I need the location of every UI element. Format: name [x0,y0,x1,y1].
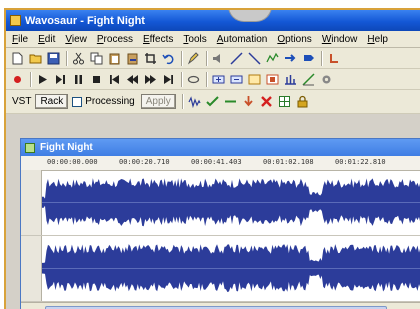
loop-icon[interactable] [283,51,298,66]
save-icon[interactable] [46,51,61,66]
menu-effects[interactable]: Effects [143,34,173,45]
document-icon [25,142,35,153]
edit-icon[interactable] [326,51,341,66]
check-icon[interactable] [205,94,220,109]
ruler-label: 00:01:02.108 [263,158,314,166]
zoom-in-icon[interactable] [211,72,226,87]
grid-icon[interactable] [277,94,292,109]
spectrum-icon[interactable] [301,72,316,87]
arrow-down-icon[interactable] [241,94,256,109]
waveform-shape [42,178,420,227]
toolbar-transport [6,69,420,90]
fade-in-icon[interactable] [229,51,244,66]
stop-icon[interactable] [89,72,104,87]
loop-toggle-icon[interactable] [186,72,201,87]
channel-gutter [21,170,42,235]
processing-label: Processing [85,96,135,107]
apply-button[interactable]: Apply [140,94,176,109]
ruler-label: 00:00:41.403 [191,158,242,166]
menu-window[interactable]: Window [322,34,358,45]
document-title: Fight Night [40,142,93,153]
new-file-icon[interactable] [10,51,25,66]
toolbar-separator [30,71,31,87]
marker-icon[interactable] [301,51,316,66]
right-channel-waveform[interactable] [42,236,420,301]
lock-icon[interactable] [295,94,310,109]
open-folder-icon[interactable] [28,51,43,66]
play-icon[interactable] [35,72,50,87]
toolbar-separator [181,94,183,109]
delete-x-icon[interactable] [259,94,274,109]
fade-out-icon[interactable] [247,51,262,66]
right-channel-track[interactable] [21,236,420,302]
ruler-label: 00:01:22.810 [335,158,386,166]
left-channel-waveform[interactable] [42,170,420,235]
crop-icon[interactable] [143,51,158,66]
menu-view[interactable]: View [65,34,87,45]
copy-icon[interactable] [89,51,104,66]
menu-edit[interactable]: Edit [38,34,55,45]
toolbar-separator [321,50,322,66]
pen-icon[interactable] [186,51,201,66]
zoom-out-icon[interactable] [229,72,244,87]
menu-file[interactable]: File [12,34,28,45]
toolbar-separator [66,50,67,66]
left-channel-track[interactable] [21,170,420,236]
line-icon[interactable] [223,94,238,109]
document-window: Fight Night 00:00:00.000 00:00:20.710 00… [20,138,420,309]
envelope-icon[interactable] [265,51,280,66]
document-title-bar: Fight Night [21,139,420,156]
ruler-label: 00:00:00.000 [47,158,98,166]
cut-icon[interactable] [71,51,86,66]
menu-tools[interactable]: Tools [183,34,206,45]
record-icon[interactable] [10,72,25,87]
settings-icon[interactable] [319,72,334,87]
rewind-icon[interactable] [125,72,140,87]
menu-process[interactable]: Process [97,34,133,45]
menu-options[interactable]: Options [277,34,311,45]
ruler-label: 00:00:20.710 [119,158,170,166]
vst-label: VST [12,96,32,107]
go-end-icon[interactable] [161,72,176,87]
title-bar: Wavosaur - Fight Night [6,10,420,31]
toolbar-separator [206,50,207,66]
menu-help[interactable]: Help [367,34,388,45]
fast-forward-icon[interactable] [143,72,158,87]
app-icon [10,15,21,26]
undo-icon[interactable] [161,51,176,66]
waveform-shape [42,244,420,293]
normalize-icon[interactable] [283,72,298,87]
zoom-selection-icon[interactable] [265,72,280,87]
go-start-icon[interactable] [107,72,122,87]
play-loop-icon[interactable] [53,72,68,87]
speaker-icon[interactable] [211,51,226,66]
pause-icon[interactable] [71,72,86,87]
waveform-icon[interactable] [187,94,202,109]
time-ruler[interactable]: 00:00:00.000 00:00:20.710 00:00:41.403 0… [21,156,420,171]
channel-gutter [21,236,42,301]
menu-bar: File Edit View Process Effects Tools Aut… [6,31,420,48]
toolbar-file-edit [6,48,420,69]
processing-checkbox[interactable] [72,96,83,107]
menu-automation[interactable]: Automation [217,34,268,45]
window-title: Wavosaur - Fight Night [25,14,145,27]
toolbar-separator [181,71,182,87]
toolbar-separator [206,71,207,87]
zoom-fit-icon[interactable] [247,72,262,87]
toolbar-separator [181,50,182,66]
app-window: Wavosaur - Fight Night File Edit View Pr… [4,8,420,309]
mix-paste-icon[interactable] [125,51,140,66]
horizontal-scrollbar[interactable] [21,302,420,309]
toolbar-vst: VST Rack Processing Apply [6,90,420,114]
paste-icon[interactable] [107,51,122,66]
rack-button[interactable]: Rack [35,94,69,109]
